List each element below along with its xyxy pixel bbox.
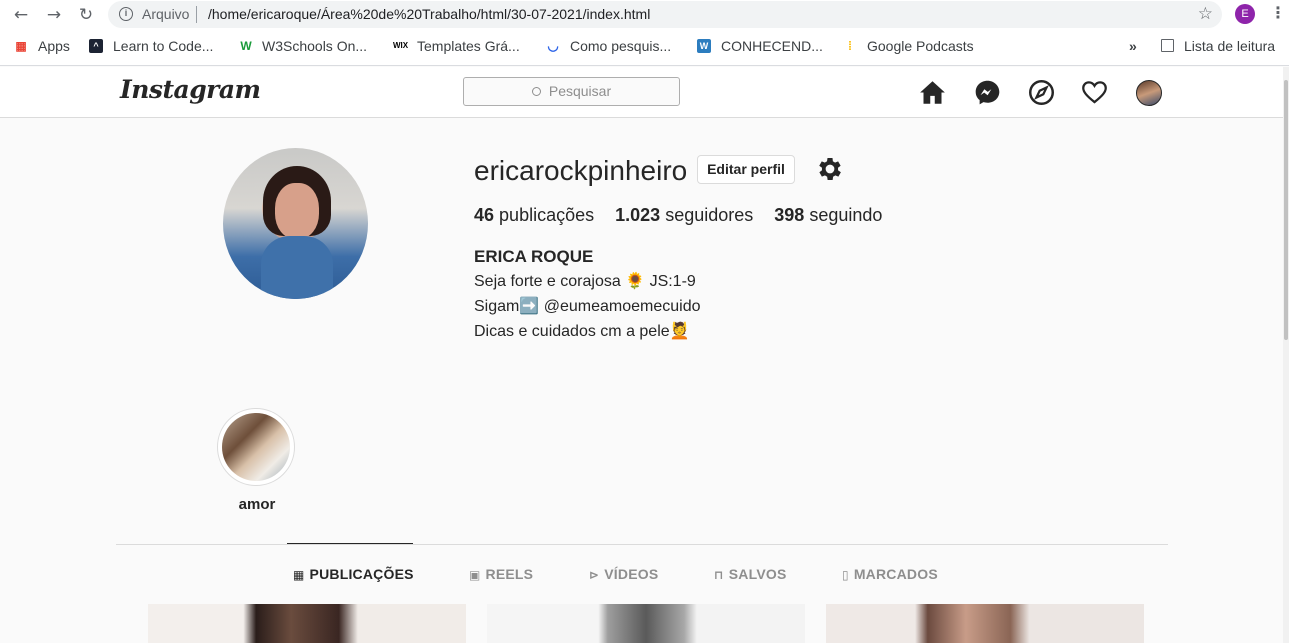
bookmark-apps[interactable]: Apps <box>38 38 70 54</box>
scheme-label: Arquivo <box>142 6 190 22</box>
followers-stat[interactable]: 1.023 seguidores <box>615 205 753 226</box>
back-arrow-icon[interactable]: ← <box>10 4 32 26</box>
info-icon[interactable]: i <box>119 7 133 21</box>
tab-label: SALVOS <box>728 566 787 582</box>
forward-arrow-icon[interactable]: → <box>43 4 65 26</box>
tab-videos[interactable]: ⊳ VÍDEOS <box>589 566 658 582</box>
bookmark-conhecendo[interactable]: CONHECEND... <box>721 38 823 54</box>
browser-menu-icon[interactable]: ⋮ <box>1270 3 1286 22</box>
profile-picture[interactable] <box>223 148 368 299</box>
bookmarks-bar: ▦ Apps ^ Learn to Code... W W3Schools On… <box>0 32 1289 60</box>
freecodecamp-icon: ^ <box>89 39 103 53</box>
bio-line: Dicas e cuidados cm a pele💆 <box>474 323 690 340</box>
tab-publicacoes[interactable]: ▦ PUBLICAÇÕES <box>293 566 414 582</box>
scrollbar-thumb[interactable] <box>1284 80 1288 340</box>
apps-grid-icon: ▦ <box>15 39 26 53</box>
google-podcasts-icon: ⁞ <box>848 39 852 53</box>
post-thumbnail[interactable] <box>148 604 466 643</box>
posts-stat: 46 publicações <box>474 205 594 226</box>
followers-count: 1.023 <box>615 205 661 225</box>
following-label: seguindo <box>809 205 883 225</box>
tab-marcados[interactable]: ▯ MARCADOS <box>842 566 938 582</box>
explore-icon[interactable] <box>1028 79 1055 106</box>
browser-chrome: ← → ↻ i Arquivo /home/ericaroque/Área%20… <box>0 0 1289 66</box>
reload-icon[interactable]: ↻ <box>75 4 97 26</box>
home-icon[interactable] <box>919 79 946 106</box>
address-bar[interactable]: i Arquivo /home/ericaroque/Área%20de%20T… <box>108 1 1222 28</box>
bio-line: Sigam➡️ @eumeamoemecuido <box>474 298 701 315</box>
browser-profile-avatar[interactable]: E <box>1235 4 1255 24</box>
url-text[interactable]: /home/ericaroque/Área%20de%20Trabalho/ht… <box>208 6 650 22</box>
tab-label: PUBLICAÇÕES <box>309 566 414 582</box>
bookmarks-overflow-icon[interactable]: » <box>1129 38 1137 54</box>
followers-label: seguidores <box>665 205 754 225</box>
search-placeholder: Pesquisar <box>548 83 612 99</box>
bookmark-icon: ⊓ <box>714 568 724 582</box>
bookmark-google-podcasts[interactable]: Google Podcasts <box>867 38 974 54</box>
reels-icon: ▣ <box>469 568 481 582</box>
posts-count: 46 <box>474 205 495 225</box>
tab-label: MARCADOS <box>853 566 938 582</box>
following-count: 398 <box>774 205 805 225</box>
grid-icon: ▦ <box>293 568 305 582</box>
post-thumbnail[interactable] <box>487 604 805 643</box>
tabs-divider <box>116 544 1168 545</box>
post-thumbnail[interactable] <box>826 604 1144 643</box>
tab-label: REELS <box>485 566 534 582</box>
bookmark-templates[interactable]: Templates Grá... <box>417 38 520 54</box>
profile-full-name: ERICA ROQUE <box>474 247 594 266</box>
posts-label: publicações <box>499 205 595 225</box>
highlight-label[interactable]: amor <box>217 496 297 513</box>
reading-list-icon <box>1161 39 1174 52</box>
edit-profile-button[interactable]: Editar perfil <box>697 155 795 184</box>
profile-picture-shirt <box>261 236 333 299</box>
active-tab-indicator <box>287 543 413 544</box>
tab-salvos[interactable]: ⊓ SALVOS <box>714 566 787 582</box>
tab-reels[interactable]: ▣ REELS <box>469 566 533 582</box>
video-icon: ⊳ <box>589 568 600 582</box>
bio-line: Seja forte e corajosa 🌻 JS:1-9 <box>474 273 696 290</box>
search-tip-icon: ◡ <box>547 38 559 53</box>
instagram-logo[interactable]: Instagram <box>120 75 261 104</box>
instagram-header: Instagram Pesquisar <box>0 67 1283 118</box>
bookmark-star-icon[interactable]: ☆ <box>1198 4 1213 24</box>
tag-icon: ▯ <box>842 568 849 582</box>
profile-avatar[interactable] <box>1136 80 1162 106</box>
wordpress-icon: W <box>697 39 711 53</box>
profile-username: ericarockpinheiro <box>474 155 688 186</box>
reading-list-button[interactable]: Lista de leitura <box>1184 38 1275 54</box>
wix-icon: WIX <box>393 41 409 50</box>
heart-icon[interactable] <box>1081 79 1108 106</box>
search-input[interactable]: Pesquisar <box>463 77 680 106</box>
bookmark-learn-to-code[interactable]: Learn to Code... <box>113 38 213 54</box>
address-separator <box>196 6 197 23</box>
following-stat[interactable]: 398 seguindo <box>774 205 882 226</box>
profile-stats: 46 publicações 1.023 seguidores 398 segu… <box>474 205 898 226</box>
gear-icon[interactable] <box>815 154 845 184</box>
bookmark-w3schools[interactable]: W3Schools On... <box>262 38 367 54</box>
search-icon <box>531 87 541 96</box>
w3schools-icon: W <box>240 39 252 53</box>
highlight-cover-image <box>222 413 290 481</box>
profile-picture-face <box>275 183 319 239</box>
story-highlight[interactable] <box>217 408 295 486</box>
tab-label: VÍDEOS <box>604 566 659 582</box>
bookmark-como-pesquisar[interactable]: Como pesquis... <box>570 38 671 54</box>
messenger-icon[interactable] <box>974 79 1001 106</box>
